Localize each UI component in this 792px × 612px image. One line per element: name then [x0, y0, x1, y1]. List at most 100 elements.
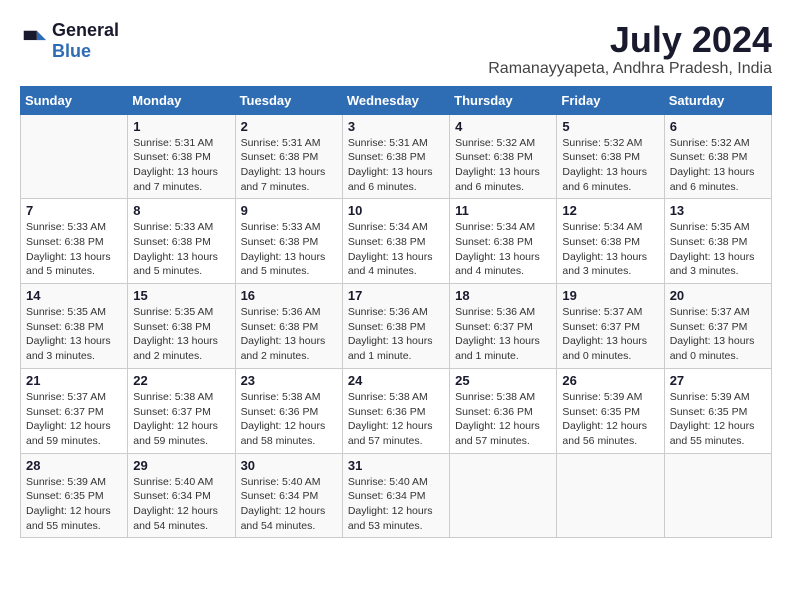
- day-number: 29: [133, 458, 229, 473]
- page-header: General Blue July 2024 Ramanayyapeta, An…: [20, 20, 772, 78]
- calendar-cell: 14 Sunrise: 5:35 AM Sunset: 6:38 PM Dayli…: [21, 284, 128, 369]
- day-number: 10: [348, 203, 444, 218]
- column-header-sunday: Sunday: [21, 86, 128, 114]
- calendar-cell: 27 Sunrise: 5:39 AM Sunset: 6:35 PM Dayli…: [664, 368, 771, 453]
- calendar-cell: 20 Sunrise: 5:37 AM Sunset: 6:37 PM Dayli…: [664, 284, 771, 369]
- day-info: Sunrise: 5:37 AM Sunset: 6:37 PM Dayligh…: [562, 305, 658, 364]
- day-number: 7: [26, 203, 122, 218]
- calendar-week-row: 1 Sunrise: 5:31 AM Sunset: 6:38 PM Daylig…: [21, 114, 772, 199]
- calendar-week-row: 28Sunrise: 5:39 AM Sunset: 6:35 PM Dayli…: [21, 453, 772, 538]
- calendar-cell: 30Sunrise: 5:40 AM Sunset: 6:34 PM Dayli…: [235, 453, 342, 538]
- day-info: Sunrise: 5:36 AM Sunset: 6:38 PM Dayligh…: [348, 305, 444, 364]
- day-info: Sunrise: 5:35 AM Sunset: 6:38 PM Dayligh…: [133, 305, 229, 364]
- calendar-cell: 7 Sunrise: 5:33 AM Sunset: 6:38 PM Daylig…: [21, 199, 128, 284]
- calendar-week-row: 7 Sunrise: 5:33 AM Sunset: 6:38 PM Daylig…: [21, 199, 772, 284]
- day-info: Sunrise: 5:33 AM Sunset: 6:38 PM Dayligh…: [133, 220, 229, 279]
- day-info: Sunrise: 5:32 AM Sunset: 6:38 PM Dayligh…: [670, 136, 766, 195]
- calendar-cell: 11Sunrise: 5:34 AM Sunset: 6:38 PM Dayli…: [450, 199, 557, 284]
- day-info: Sunrise: 5:37 AM Sunset: 6:37 PM Dayligh…: [670, 305, 766, 364]
- column-header-saturday: Saturday: [664, 86, 771, 114]
- day-info: Sunrise: 5:36 AM Sunset: 6:38 PM Dayligh…: [241, 305, 337, 364]
- day-number: 5: [562, 119, 658, 134]
- calendar-cell: 16Sunrise: 5:36 AM Sunset: 6:38 PM Dayli…: [235, 284, 342, 369]
- calendar-header-row: SundayMondayTuesdayWednesdayThursdayFrid…: [21, 86, 772, 114]
- day-number: 20: [670, 288, 766, 303]
- calendar-cell: 5 Sunrise: 5:32 AM Sunset: 6:38 PM Daylig…: [557, 114, 664, 199]
- day-info: Sunrise: 5:31 AM Sunset: 6:38 PM Dayligh…: [241, 136, 337, 195]
- calendar-cell: 12 Sunrise: 5:34 AM Sunset: 6:38 PM Dayli…: [557, 199, 664, 284]
- calendar-cell: 31Sunrise: 5:40 AM Sunset: 6:34 PM Dayli…: [342, 453, 449, 538]
- day-info: Sunrise: 5:32 AM Sunset: 6:38 PM Dayligh…: [455, 136, 551, 195]
- day-info: Sunrise: 5:31 AM Sunset: 6:38 PM Dayligh…: [133, 136, 229, 195]
- day-number: 9: [241, 203, 337, 218]
- day-info: Sunrise: 5:40 AM Sunset: 6:34 PM Dayligh…: [348, 475, 444, 534]
- calendar-cell: 9 Sunrise: 5:33 AM Sunset: 6:38 PM Daylig…: [235, 199, 342, 284]
- calendar-cell: 10 Sunrise: 5:34 AM Sunset: 6:38 PM Dayli…: [342, 199, 449, 284]
- day-number: 21: [26, 373, 122, 388]
- day-info: Sunrise: 5:34 AM Sunset: 6:38 PM Dayligh…: [348, 220, 444, 279]
- day-number: 17: [348, 288, 444, 303]
- calendar-cell: 29 Sunrise: 5:40 AM Sunset: 6:34 PM Dayli…: [128, 453, 235, 538]
- day-info: Sunrise: 5:38 AM Sunset: 6:36 PM Dayligh…: [241, 390, 337, 449]
- location-subtitle: Ramanayyapeta, Andhra Pradesh, India: [488, 60, 772, 78]
- day-info: Sunrise: 5:31 AM Sunset: 6:38 PM Dayligh…: [348, 136, 444, 195]
- calendar-week-row: 21Sunrise: 5:37 AM Sunset: 6:37 PM Dayli…: [21, 368, 772, 453]
- calendar-cell: 13 Sunrise: 5:35 AM Sunset: 6:38 PM Dayli…: [664, 199, 771, 284]
- day-info: Sunrise: 5:38 AM Sunset: 6:37 PM Dayligh…: [133, 390, 229, 449]
- day-info: Sunrise: 5:38 AM Sunset: 6:36 PM Dayligh…: [348, 390, 444, 449]
- calendar-cell: 28Sunrise: 5:39 AM Sunset: 6:35 PM Dayli…: [21, 453, 128, 538]
- day-info: Sunrise: 5:34 AM Sunset: 6:38 PM Dayligh…: [455, 220, 551, 279]
- day-number: 15: [133, 288, 229, 303]
- day-number: 6: [670, 119, 766, 134]
- calendar-cell: [557, 453, 664, 538]
- day-number: 23: [241, 373, 337, 388]
- calendar-cell: 18 Sunrise: 5:36 AM Sunset: 6:37 PM Dayli…: [450, 284, 557, 369]
- calendar-cell: 8 Sunrise: 5:33 AM Sunset: 6:38 PM Daylig…: [128, 199, 235, 284]
- calendar-cell: 19 Sunrise: 5:37 AM Sunset: 6:37 PM Dayli…: [557, 284, 664, 369]
- day-number: 30: [241, 458, 337, 473]
- logo: General Blue: [20, 20, 119, 62]
- day-number: 26: [562, 373, 658, 388]
- day-number: 12: [562, 203, 658, 218]
- day-info: Sunrise: 5:35 AM Sunset: 6:38 PM Dayligh…: [670, 220, 766, 279]
- day-number: 18: [455, 288, 551, 303]
- calendar-cell: 22 Sunrise: 5:38 AM Sunset: 6:37 PM Dayli…: [128, 368, 235, 453]
- calendar-cell: 17 Sunrise: 5:36 AM Sunset: 6:38 PM Dayli…: [342, 284, 449, 369]
- day-info: Sunrise: 5:35 AM Sunset: 6:38 PM Dayligh…: [26, 305, 122, 364]
- day-number: 24: [348, 373, 444, 388]
- month-year-title: July 2024: [488, 20, 772, 60]
- calendar-table: SundayMondayTuesdayWednesdayThursdayFrid…: [20, 86, 772, 539]
- calendar-cell: [664, 453, 771, 538]
- day-info: Sunrise: 5:40 AM Sunset: 6:34 PM Dayligh…: [133, 475, 229, 534]
- day-number: 25: [455, 373, 551, 388]
- day-info: Sunrise: 5:38 AM Sunset: 6:36 PM Dayligh…: [455, 390, 551, 449]
- day-info: Sunrise: 5:39 AM Sunset: 6:35 PM Dayligh…: [26, 475, 122, 534]
- column-header-wednesday: Wednesday: [342, 86, 449, 114]
- calendar-cell: 15 Sunrise: 5:35 AM Sunset: 6:38 PM Dayli…: [128, 284, 235, 369]
- day-info: Sunrise: 5:33 AM Sunset: 6:38 PM Dayligh…: [241, 220, 337, 279]
- calendar-cell: 26 Sunrise: 5:39 AM Sunset: 6:35 PM Dayli…: [557, 368, 664, 453]
- day-info: Sunrise: 5:32 AM Sunset: 6:38 PM Dayligh…: [562, 136, 658, 195]
- calendar-cell: 21Sunrise: 5:37 AM Sunset: 6:37 PM Dayli…: [21, 368, 128, 453]
- column-header-thursday: Thursday: [450, 86, 557, 114]
- day-number: 27: [670, 373, 766, 388]
- calendar-cell: 25 Sunrise: 5:38 AM Sunset: 6:36 PM Dayli…: [450, 368, 557, 453]
- day-info: Sunrise: 5:39 AM Sunset: 6:35 PM Dayligh…: [562, 390, 658, 449]
- day-number: 13: [670, 203, 766, 218]
- day-number: 14: [26, 288, 122, 303]
- calendar-cell: 4Sunrise: 5:32 AM Sunset: 6:38 PM Daylig…: [450, 114, 557, 199]
- day-number: 22: [133, 373, 229, 388]
- day-info: Sunrise: 5:34 AM Sunset: 6:38 PM Dayligh…: [562, 220, 658, 279]
- logo-text: General Blue: [52, 20, 119, 62]
- day-number: 1: [133, 119, 229, 134]
- day-info: Sunrise: 5:39 AM Sunset: 6:35 PM Dayligh…: [670, 390, 766, 449]
- calendar-cell: 23 Sunrise: 5:38 AM Sunset: 6:36 PM Dayli…: [235, 368, 342, 453]
- day-number: 3: [348, 119, 444, 134]
- calendar-cell: 1 Sunrise: 5:31 AM Sunset: 6:38 PM Daylig…: [128, 114, 235, 199]
- calendar-week-row: 14 Sunrise: 5:35 AM Sunset: 6:38 PM Dayli…: [21, 284, 772, 369]
- day-number: 8: [133, 203, 229, 218]
- day-info: Sunrise: 5:36 AM Sunset: 6:37 PM Dayligh…: [455, 305, 551, 364]
- day-number: 19: [562, 288, 658, 303]
- day-info: Sunrise: 5:33 AM Sunset: 6:38 PM Dayligh…: [26, 220, 122, 279]
- calendar-cell: [21, 114, 128, 199]
